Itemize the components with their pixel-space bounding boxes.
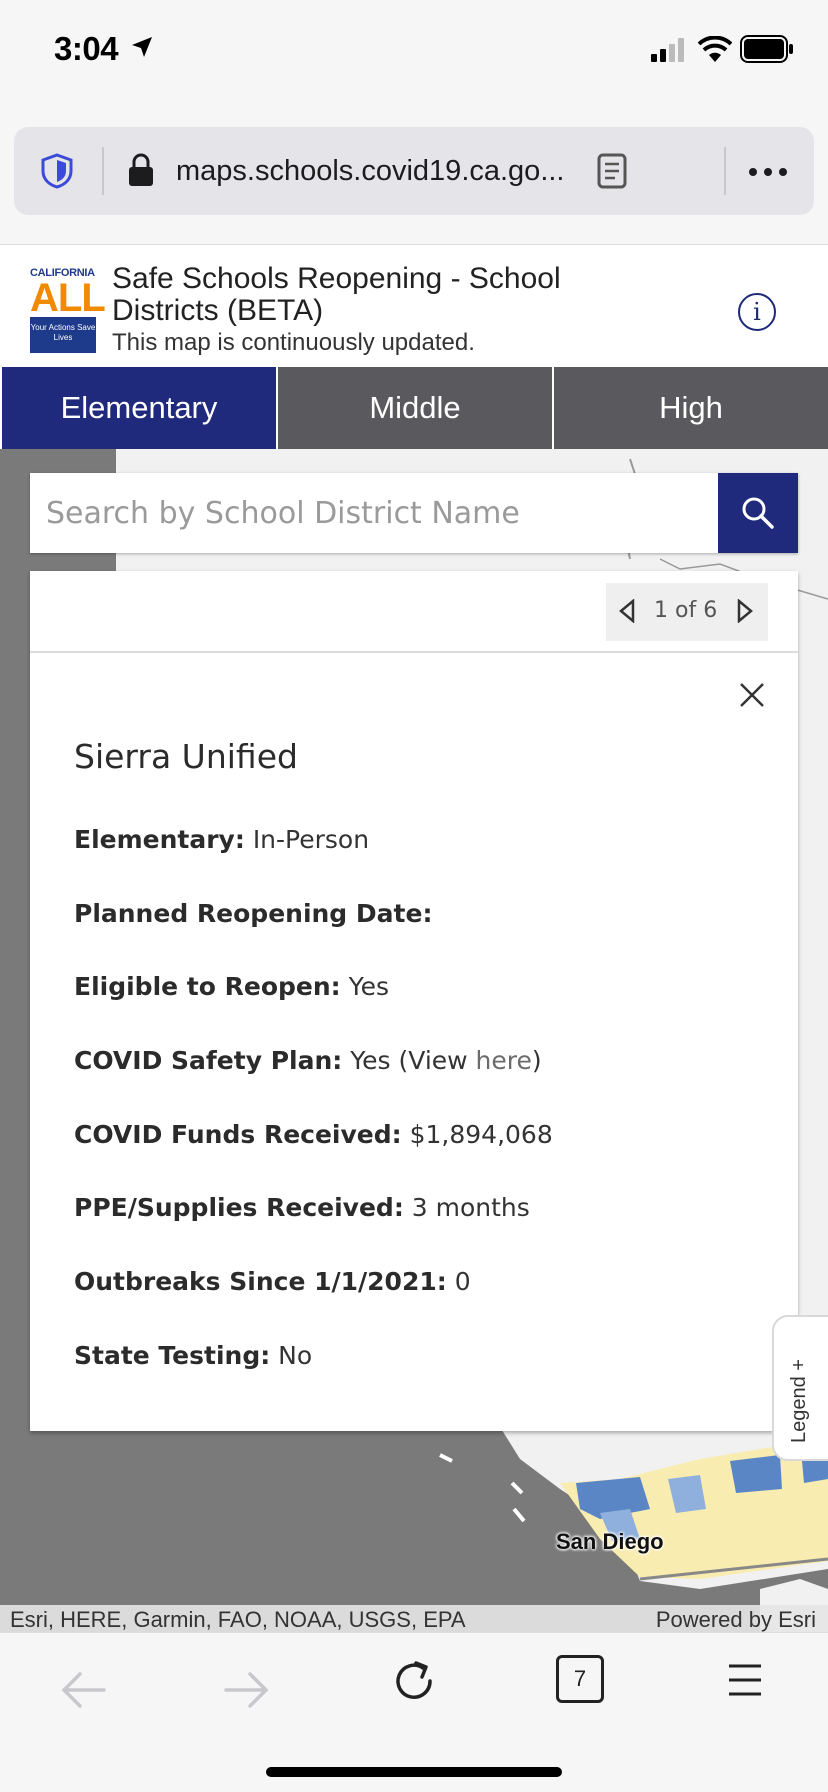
status-time: 3:04 (54, 30, 119, 67)
menu-icon[interactable] (728, 1663, 762, 1697)
page-title: Safe Schools Reopening - School District… (112, 262, 561, 327)
field-label: PPE/Supplies Received: (74, 1193, 404, 1222)
field-label: Elementary: (74, 825, 245, 854)
field-label: Eligible to Reopen: (74, 972, 341, 1001)
field-value: 0 (454, 1267, 471, 1296)
popup-divider (30, 651, 798, 653)
reader-mode-icon[interactable] (597, 153, 627, 189)
url-bar-divider (102, 147, 104, 195)
map-view[interactable]: 1 of 6 Sierra Unified Elementary: In-Per… (0, 449, 828, 1632)
field-outbreaks: Outbreaks Since 1/1/2021: 0 (74, 1267, 471, 1296)
battery-icon (740, 35, 793, 63)
next-feature-icon[interactable] (736, 599, 754, 623)
field-label: Planned Reopening Date: (74, 899, 433, 928)
close-popup-icon[interactable] (738, 681, 766, 709)
url-text[interactable]: maps.schools.covid19.ca.go... (176, 155, 564, 188)
district-search-input[interactable] (30, 473, 718, 553)
district-name: Sierra Unified (74, 737, 298, 776)
field-planned-reopening-date: Planned Reopening Date: (74, 899, 432, 928)
search-bar (30, 473, 798, 553)
feature-pager: 1 of 6 (606, 583, 768, 641)
lock-icon (129, 153, 153, 186)
search-icon (742, 497, 774, 529)
tab-middle[interactable]: Middle (278, 367, 552, 449)
previous-feature-icon[interactable] (618, 599, 636, 623)
field-value-suffix: ) (531, 1046, 542, 1075)
back-arrow-icon[interactable] (60, 1671, 106, 1709)
logo-brand-text: ALL (30, 276, 106, 320)
field-state-testing: State Testing: No (74, 1341, 312, 1370)
field-covid-funds: COVID Funds Received: $1,894,068 (74, 1120, 553, 1149)
field-value: Yes (348, 972, 389, 1001)
district-info-popup: 1 of 6 Sierra Unified Elementary: In-Per… (30, 571, 798, 1431)
info-icon: i (753, 298, 761, 326)
pager-count: 1 of 6 (654, 598, 718, 623)
search-button[interactable] (718, 473, 798, 553)
field-value: In-Person (252, 825, 370, 854)
browser-toolbar: 7 (0, 1632, 828, 1792)
url-bar-divider (724, 147, 726, 195)
app-header: CALIFORNIA ALL Your Actions Save Lives S… (0, 245, 828, 365)
field-label: COVID Funds Received: (74, 1120, 402, 1149)
web-app: CALIFORNIA ALL Your Actions Save Lives S… (0, 244, 828, 1632)
field-covid-safety-plan: COVID Safety Plan: Yes (View here) (74, 1046, 542, 1075)
field-label: Outbreaks Since 1/1/2021: (74, 1267, 447, 1296)
legend-label: Legend + (788, 1359, 810, 1443)
tab-elementary[interactable]: Elementary (2, 367, 276, 449)
info-button[interactable]: i (738, 293, 776, 331)
tabs-button[interactable]: 7 (556, 1655, 604, 1703)
map-attribution: Esri, HERE, Garmin, FAO, NOAA, USGS, EPA (10, 1607, 466, 1632)
field-label: State Testing: (74, 1341, 271, 1370)
field-value: 3 months (411, 1193, 530, 1222)
map-place-label: San Diego (556, 1529, 664, 1554)
wifi-icon (698, 36, 732, 62)
location-arrow-icon (132, 37, 152, 57)
more-options-icon[interactable] (748, 167, 788, 177)
safety-plan-link[interactable]: here (476, 1046, 532, 1075)
home-indicator[interactable] (266, 1767, 562, 1777)
logo-tagline: Your Actions Save Lives (30, 317, 96, 353)
powered-by-esri[interactable]: Powered by Esri (656, 1607, 816, 1632)
browser-url-bar[interactable]: maps.schools.covid19.ca.go... (14, 127, 814, 215)
tab-high[interactable]: High (554, 367, 828, 449)
field-value: No (278, 1341, 313, 1370)
field-eligible-to-reopen: Eligible to Reopen: Yes (74, 972, 389, 1001)
grade-level-tabs: Elementary Middle High (0, 367, 828, 449)
field-label: COVID Safety Plan: (74, 1046, 343, 1075)
reload-icon[interactable] (392, 1659, 436, 1703)
page-subtitle: This map is continuously updated. (112, 329, 475, 356)
field-value: $1,894,068 (409, 1120, 553, 1149)
forward-arrow-icon[interactable] (224, 1671, 270, 1709)
map-attribution-bar: Esri, HERE, Garmin, FAO, NOAA, USGS, EPA… (0, 1605, 828, 1632)
status-bar: 3:04 (0, 0, 828, 100)
california-all-logo: CALIFORNIA ALL Your Actions Save Lives (30, 267, 106, 359)
field-ppe-supplies: PPE/Supplies Received: 3 months (74, 1193, 530, 1222)
field-value: Yes (View (350, 1046, 476, 1075)
shield-icon[interactable] (40, 153, 74, 189)
legend-toggle-button[interactable]: Legend + (772, 1315, 828, 1461)
cellular-signal-icon (651, 38, 684, 62)
field-elementary: Elementary: In-Person (74, 825, 369, 854)
